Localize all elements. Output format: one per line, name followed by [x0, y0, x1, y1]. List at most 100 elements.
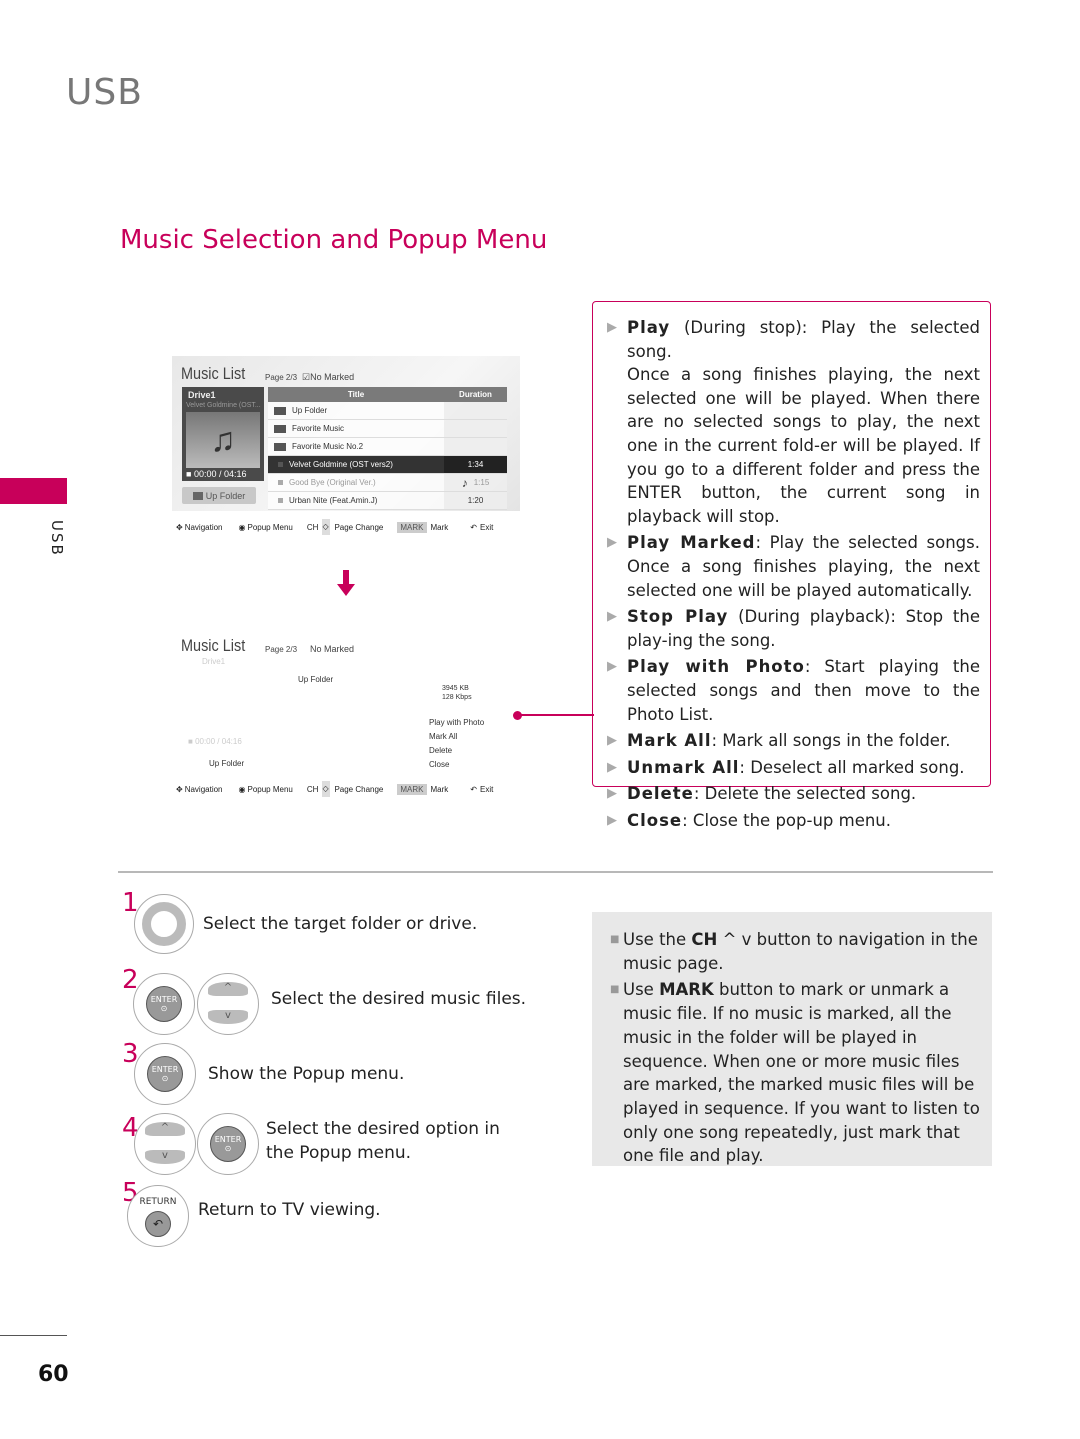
- up-arrow-icon: ^: [145, 1122, 185, 1136]
- song-icon: [278, 480, 283, 485]
- side-chapter-label: USB: [48, 520, 66, 557]
- enter-button: ENTER ⊙: [197, 1113, 259, 1175]
- enter-button: ENTER ⊙: [134, 1043, 196, 1105]
- option-play-marked: ▶ Play Marked: Play the selected songs. O…: [607, 531, 980, 602]
- popup-item-play-with-photo[interactable]: Play with Photo: [429, 716, 484, 730]
- ch-updown-icon: ◇: [322, 519, 331, 535]
- page-indicator: Page 2/3: [265, 645, 298, 654]
- navigation-icon: ✥: [176, 784, 183, 794]
- up-folder-icon: [192, 491, 203, 500]
- up-folder-button[interactable]: Up Folder: [209, 759, 244, 768]
- table-row[interactable]: Favorite Music: [268, 420, 507, 438]
- playback-time: ■ 00:00 / 04:16: [188, 737, 242, 746]
- option-play: ▶ Play (During stop): Play the selected s…: [607, 316, 980, 528]
- marked-status: ☑No Marked: [302, 372, 355, 382]
- popup-options-box: ▶ Play (During stop): Play the selected s…: [592, 301, 991, 830]
- page-number: 60: [38, 1362, 69, 1387]
- navigation-icon: ✥: [176, 522, 183, 532]
- notes-box: ■ Use the CH ^ v button to navigation in …: [592, 912, 992, 1166]
- page-rule: [0, 1335, 67, 1336]
- section-divider: [118, 871, 993, 873]
- folder-icon: [274, 442, 286, 451]
- callout-line: [520, 714, 594, 716]
- up-down-button: ^ v: [134, 1113, 196, 1175]
- drive-label: Drive1: [202, 657, 226, 666]
- note-item: ■ Use the CH ^ v button to navigation in …: [610, 928, 980, 975]
- triangle-bullet-icon: ▶: [607, 733, 617, 749]
- side-tab-marker: [0, 478, 67, 504]
- nav-pad-button: [134, 894, 194, 954]
- page-indicator: Page 2/3: [265, 373, 298, 382]
- enter-icon: ◉: [238, 522, 246, 532]
- marked-status: No Marked: [310, 644, 355, 654]
- nav-arrows-icon: [142, 902, 186, 946]
- music-list-title: Music List: [181, 636, 246, 655]
- music-list-popup-screen: Music List Page 2/3 No Marked Drive1 Up …: [172, 628, 520, 778]
- popup-item-mark-all[interactable]: Mark All: [429, 730, 484, 744]
- return-icon: ↶: [470, 784, 477, 794]
- return-icon: ↶: [470, 522, 477, 532]
- song-icon: [278, 498, 283, 503]
- triangle-bullet-icon: ▶: [607, 320, 617, 335]
- down-arrow-icon: v: [145, 1150, 185, 1164]
- table-row[interactable]: Good Bye (Original Ver.) ♪ 1:15: [268, 474, 507, 492]
- return-icon: ↶: [145, 1211, 171, 1237]
- drive-label: Drive1: [188, 390, 216, 400]
- folder-icon: [274, 424, 286, 433]
- note-item: ■ Use MARK button to mark or unmark a mus…: [610, 978, 980, 1168]
- up-down-button: ^ v: [197, 973, 259, 1035]
- up-folder-row[interactable]: Up Folder: [298, 675, 333, 684]
- mark-key: MARK: [397, 783, 427, 795]
- triangle-bullet-icon: ▶: [607, 535, 617, 551]
- playback-time: ■ 00:00 / 04:16: [186, 469, 247, 479]
- down-arrow-icon: v: [208, 1010, 248, 1024]
- step-text: Return to TV viewing.: [198, 1200, 381, 1220]
- enter-icon: ENTER ⊙: [146, 986, 182, 1022]
- triangle-bullet-icon: ▶: [607, 759, 617, 775]
- mark-key: MARK: [397, 521, 427, 533]
- up-folder-icon: [274, 406, 286, 415]
- popup-item-delete[interactable]: Delete: [429, 744, 484, 758]
- option-stop-play: ▶ Stop Play (During playback): Stop the p…: [607, 605, 980, 652]
- enter-icon: ENTER ⊙: [210, 1126, 246, 1162]
- now-playing-panel: Drive1 Velvet Goldmine (OST... ♫ ■ 00:00…: [182, 387, 264, 481]
- step-text: Select the target folder or drive.: [203, 914, 478, 934]
- checkbox-icon: ☑: [302, 372, 311, 382]
- enter-icon: ENTER ⊙: [147, 1056, 183, 1092]
- table-header: Title Duration: [268, 387, 507, 402]
- option-play-with-photo: ▶ Play with Photo: Start playing the sele…: [607, 655, 980, 726]
- music-table: Title Duration Up Folder Favorite Music …: [268, 387, 507, 510]
- option-unmark-all: ▶ Unmark All: Deselect all marked song.: [607, 756, 980, 780]
- table-row[interactable]: Favorite Music No.2: [268, 438, 507, 456]
- popup-item-close[interactable]: Close: [429, 758, 484, 772]
- option-delete: ▶ Delete: Delete the selected song.: [607, 782, 980, 806]
- step-text: Select the desired music files.: [271, 989, 527, 1009]
- music-note-icon: ♫: [186, 412, 260, 468]
- option-close: ▶ Close: Close the pop-up menu.: [607, 809, 980, 833]
- now-playing-title: Velvet Goldmine (OST...: [186, 402, 261, 409]
- ch-updown-icon: ◇: [322, 781, 331, 797]
- table-row-selected[interactable]: Velvet Goldmine (OST vers2) 1:34: [268, 456, 507, 474]
- return-button: RETURN ↶: [127, 1185, 189, 1247]
- enter-button: ENTER ⊙: [133, 973, 195, 1035]
- enter-icon: ◉: [238, 784, 246, 794]
- guide-bar: ✥ Navigation ◉ Popup Menu CH ◇ Page Change M…: [176, 519, 521, 535]
- step-text: Show the Popup menu.: [208, 1064, 405, 1084]
- step-text: Select the desired option in the Popup m…: [266, 1119, 500, 1163]
- column-title: Title: [347, 390, 365, 399]
- triangle-bullet-icon: ▶: [607, 609, 617, 625]
- table-row[interactable]: Urban Nite (Feat.Amin.J) 1:20: [268, 492, 507, 510]
- playing-note-icon: ♪: [461, 475, 468, 490]
- up-folder-button[interactable]: Up Folder: [182, 487, 256, 504]
- song-icon: [278, 462, 283, 467]
- music-list-screen: Music List Page 2/3 ☑No Marked Drive1 Ve…: [172, 356, 520, 511]
- square-bullet-icon: ■: [610, 934, 620, 945]
- up-arrow-icon: ^: [208, 982, 248, 996]
- section-title: Music Selection and Popup Menu: [120, 225, 548, 255]
- column-duration: Duration: [459, 390, 492, 399]
- table-row[interactable]: Up Folder: [268, 402, 507, 420]
- music-list-title: Music List: [181, 364, 246, 383]
- chapter-title: USB: [66, 72, 143, 113]
- triangle-bullet-icon: ▶: [607, 786, 617, 802]
- arrow-down-icon: [337, 570, 355, 596]
